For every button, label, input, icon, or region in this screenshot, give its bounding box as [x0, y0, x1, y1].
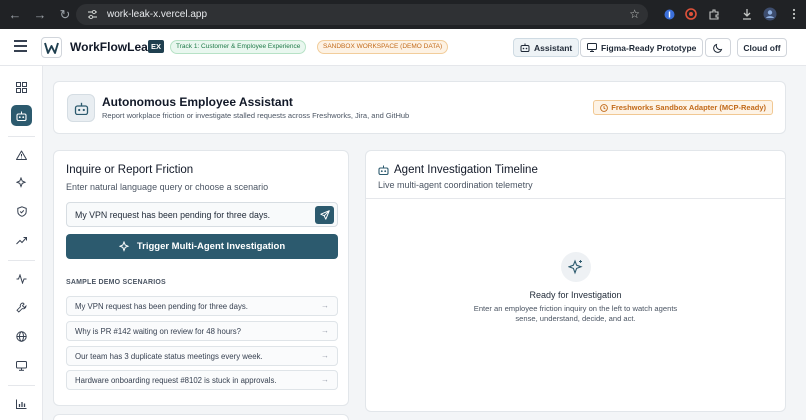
monitor-icon [587, 43, 597, 52]
ready-title: Ready for Investigation [529, 290, 622, 300]
downloads-icon[interactable] [739, 6, 755, 22]
arrow-right-icon: → [321, 375, 329, 384]
timeline-subtitle: Live multi-agent coordination telemetry [378, 180, 533, 190]
moon-icon [713, 43, 723, 53]
theme-toggle-button[interactable] [705, 38, 731, 57]
send-button[interactable] [315, 206, 334, 224]
figma-prototype-label: Figma-Ready Prototype [601, 42, 697, 53]
assistant-hero-card: Autonomous Employee Assistant Report wor… [53, 81, 786, 134]
app-title: WorkFlowLeak [70, 40, 155, 54]
trend-icon[interactable] [11, 230, 32, 251]
trigger-investigation-button[interactable]: Trigger Multi-Agent Investigation [66, 234, 338, 259]
monitor-icon[interactable] [11, 355, 32, 376]
timeline-title: Agent Investigation Timeline [394, 164, 538, 176]
query-value: My VPN request has been pending for thre… [75, 210, 271, 220]
tools-icon[interactable] [11, 297, 32, 318]
shield-icon[interactable] [11, 201, 32, 222]
bot-icon [520, 43, 530, 52]
extension-icon[interactable] [706, 6, 722, 22]
scenario-item[interactable]: Our team has 3 duplicate status meetings… [66, 346, 338, 366]
page-subtitle: Report workplace friction or investigate… [102, 111, 410, 120]
app-header: WorkFlowLeak EX Track 1: Customer & Empl… [0, 29, 806, 66]
url-text: work-leak-x.vercel.app [107, 9, 208, 20]
inquiry-panel: Inquire or Report Friction Enter natural… [53, 150, 349, 406]
sparkle-icon [561, 252, 591, 282]
scenario-item[interactable]: Hardware onboarding request #8102 is stu… [66, 370, 338, 390]
figma-prototype-button[interactable]: Figma-Ready Prototype [580, 38, 704, 57]
forward-icon[interactable]: → [30, 5, 50, 25]
scenario-text: Why is PR #142 waiting on review for 48 … [75, 327, 241, 336]
sidebar [0, 66, 43, 420]
sandbox-pill: SANDBOX WORKSPACE (DEMO DATA) [317, 40, 449, 54]
assistant-button[interactable]: Assistant [513, 38, 580, 57]
secondary-panel [53, 414, 349, 420]
shield-extension-icon[interactable] [683, 6, 699, 22]
sparkle-icon[interactable] [11, 172, 32, 193]
browser-toolbar: ← → ↻ work-leak-x.vercel.app ☆ [0, 0, 806, 29]
site-info-icon[interactable] [85, 8, 99, 22]
sparkle-icon [118, 241, 130, 252]
scenario-item[interactable]: My VPN request has been pending for thre… [66, 296, 338, 316]
bot-icon [67, 94, 95, 122]
ready-description: Enter an employee friction inquiry on th… [366, 304, 785, 324]
scenario-text: Hardware onboarding request #8102 is stu… [75, 376, 277, 385]
assistant-label: Assistant [534, 42, 573, 53]
cloud-toggle-button[interactable]: Cloud off [737, 38, 787, 57]
alert-icon[interactable] [11, 144, 32, 165]
inquiry-subtitle: Enter natural language query or choose a… [66, 182, 269, 192]
adapter-label: Freshworks Sandbox Adapter (MCP-Ready) [611, 103, 766, 112]
timeline-panel: Agent Investigation Timeline Live multi-… [365, 150, 786, 412]
globe-icon[interactable] [11, 326, 32, 347]
assistant-bot-icon[interactable] [11, 105, 32, 126]
track-pill: Track 1: Customer & Employee Experience [170, 40, 307, 54]
password-manager-icon[interactable] [661, 6, 677, 22]
scenario-item[interactable]: Why is PR #142 waiting on review for 48 … [66, 321, 338, 341]
scenarios-heading: SAMPLE DEMO SCENARIOS [66, 279, 166, 286]
adapter-badge: Freshworks Sandbox Adapter (MCP-Ready) [593, 100, 773, 115]
bar-chart-icon[interactable] [11, 393, 32, 414]
ready-line: Enter an employee friction inquiry on th… [473, 304, 678, 313]
send-icon [319, 210, 330, 220]
back-icon[interactable]: ← [5, 5, 25, 25]
cloud-label: Cloud off [743, 42, 781, 53]
arrow-right-icon: → [321, 301, 329, 310]
bot-icon [378, 165, 389, 175]
arrow-right-icon: → [321, 351, 329, 360]
scenario-text: Our team has 3 duplicate status meetings… [75, 352, 263, 361]
arrow-right-icon: → [321, 326, 329, 335]
reload-icon[interactable]: ↻ [55, 5, 75, 25]
pulse-icon[interactable] [11, 268, 32, 289]
dashboard-icon[interactable] [11, 77, 32, 98]
query-input[interactable]: My VPN request has been pending for thre… [66, 202, 338, 227]
bookmark-star-icon[interactable]: ☆ [629, 7, 640, 21]
scenario-text: My VPN request has been pending for thre… [75, 302, 248, 311]
app-logo-icon [41, 37, 62, 58]
ready-line: sense, understand, decide, and act. [515, 314, 636, 323]
timeline-header: Agent Investigation Timeline Live multi-… [366, 151, 785, 199]
menu-icon[interactable] [14, 40, 27, 52]
more-menu-icon[interactable] [786, 6, 802, 22]
inquiry-title: Inquire or Report Friction [66, 164, 194, 176]
address-bar[interactable]: work-leak-x.vercel.app ☆ [76, 4, 648, 25]
profile-icon[interactable] [762, 6, 778, 22]
app-badge: EX [148, 40, 165, 53]
clock-icon [600, 103, 609, 112]
page-title: Autonomous Employee Assistant [102, 95, 293, 109]
trigger-label: Trigger Multi-Agent Investigation [136, 241, 286, 252]
